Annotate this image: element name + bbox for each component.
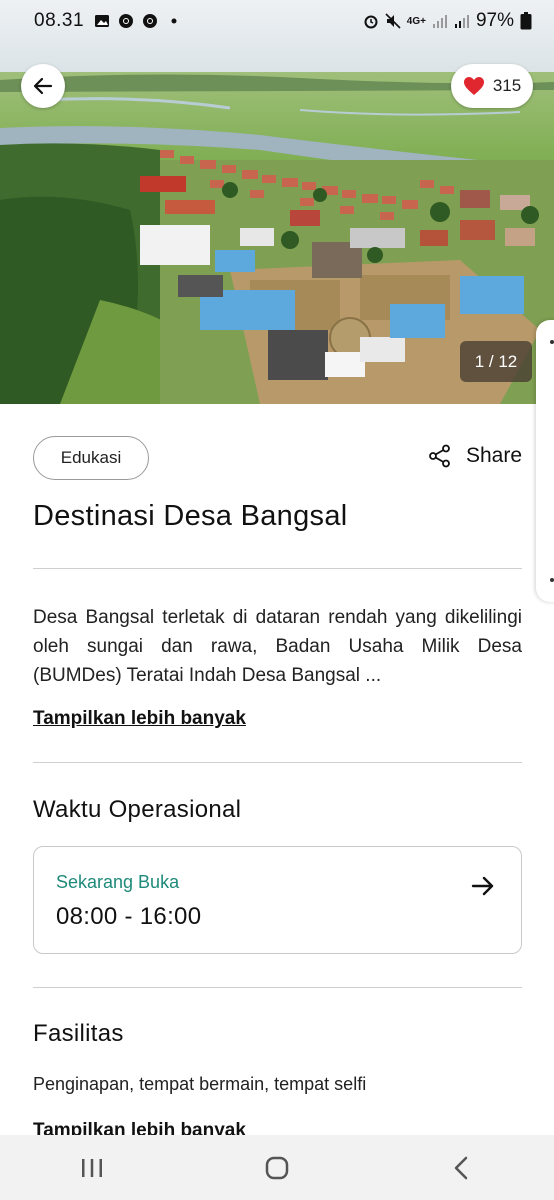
like-count: 315 [492,76,522,95]
share-label: Share [466,444,523,467]
status-bar: 08.31 4G+ 97% [0,0,554,42]
operating-hours: 08:00 - 16:00 [56,903,202,930]
system-nav-bar [0,1135,554,1200]
network-type: 4G+ [406,15,426,27]
description-text: Desa Bangsal terletak di dataran rendah … [33,607,522,686]
divider [33,762,522,763]
battery-percent: 97% [475,10,514,31]
edge-dot [550,578,554,582]
back-button[interactable] [21,64,65,108]
photo-counter: 1 / 12 [460,341,532,382]
facilities-text: Penginapan, tempat bermain, tempat selfi [33,1074,367,1094]
gallery-icon [95,15,110,27]
arrow-right-icon [471,876,494,896]
share-icon [429,444,450,468]
divider [33,987,522,988]
signal-icon [432,15,447,28]
heart-icon [463,77,484,95]
recent-apps-button[interactable] [62,1143,122,1193]
category-chip[interactable]: Edukasi [33,436,149,480]
divider [33,568,522,569]
page-title: Destinasi Desa Bangsal [33,500,348,532]
operational-hours-card[interactable]: Sekarang Buka 08:00 - 16:00 [33,846,522,954]
edge-panel-handle[interactable] [536,320,554,602]
battery-icon [520,12,532,30]
alarm-icon [364,15,378,29]
chrome-icon [119,14,134,28]
open-status: Sekarang Buka [56,872,180,892]
home-icon [265,1156,289,1179]
signal-icon [454,15,469,28]
show-more-description-link[interactable]: Tampilkan lebih banyak [33,708,246,730]
mute-icon [385,13,401,29]
home-button[interactable] [247,1143,307,1193]
dot-icon [171,18,177,24]
arrow-left-icon [33,77,53,95]
facilities-heading: Fasilitas [33,1020,124,1047]
share-button[interactable]: Share [428,444,522,468]
back-icon [454,1156,467,1179]
chrome-icon [143,14,158,28]
status-time: 08.31 [34,10,85,31]
edge-dot [550,340,554,344]
like-button[interactable]: 315 [451,64,533,108]
recent-apps-icon [82,1158,103,1177]
operational-heading: Waktu Operasional [33,796,242,823]
system-back-button[interactable] [432,1143,492,1193]
